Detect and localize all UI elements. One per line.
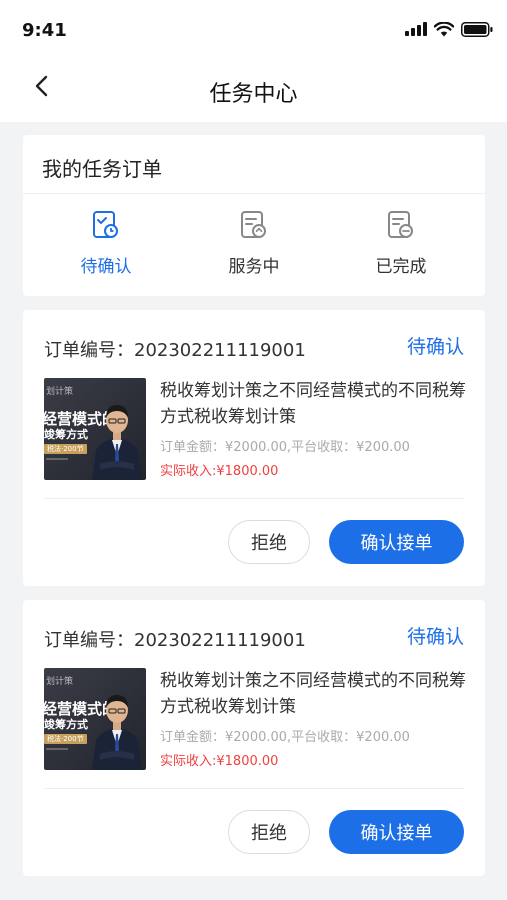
order-status-badge: 待确认 xyxy=(406,626,464,648)
battery-icon xyxy=(461,21,493,37)
thumb-text: 划计策 xyxy=(46,387,74,397)
thumb-rule xyxy=(46,748,68,750)
thumb-text: 竣筹方式 xyxy=(44,718,88,731)
tab-completed[interactable]: 已完成 xyxy=(346,210,456,285)
tab-pending[interactable]: 待确认 xyxy=(51,210,161,285)
thumb-rule xyxy=(46,458,68,460)
presenter-photo xyxy=(92,695,142,770)
reject-button[interactable]: 拒绝 xyxy=(228,810,310,854)
confirm-accept-button[interactable]: 确认接单 xyxy=(329,520,464,564)
tab-in-service[interactable]: 服务中 xyxy=(199,210,309,285)
order-amount: 订单金额：¥2000.00,平台收取：¥200.00 xyxy=(160,730,410,745)
course-thumbnail[interactable]: 划计策 经营模式的 竣筹方式 税法·200节 xyxy=(44,378,146,480)
order-amount: 订单金额：¥2000.00,平台收取：¥200.00 xyxy=(160,440,410,455)
thumb-text: 划计策 xyxy=(46,677,74,687)
actual-income: 实际收入:¥1800.00 xyxy=(160,464,279,479)
order-status-badge: 待确认 xyxy=(406,336,464,358)
divider xyxy=(44,788,464,789)
presenter-photo xyxy=(92,405,142,480)
order-number: 订单编号：202302211119001 xyxy=(44,630,306,651)
tab-label: 服务中 xyxy=(228,257,280,277)
status-icons xyxy=(405,19,493,39)
status-time: 9:41 xyxy=(22,20,67,41)
thumb-text: 竣筹方式 xyxy=(44,428,88,441)
order-card: 订单编号：202302211119001 待确认 划计策 经营模式的 竣筹方式 … xyxy=(23,600,485,876)
confirm-accept-button[interactable]: 确认接单 xyxy=(329,810,464,854)
wifi-icon xyxy=(434,21,454,36)
in-service-doc-icon xyxy=(241,211,266,238)
thumb-tag: 税法·200节 xyxy=(44,444,87,454)
summary-title: 我的任务订单 xyxy=(42,157,162,181)
tab-label: 待确认 xyxy=(80,257,132,277)
order-number: 订单编号：202302211119001 xyxy=(44,340,306,361)
course-thumbnail[interactable]: 划计策 经营模式的 竣筹方式 税法·200节 xyxy=(44,668,146,770)
order-card: 订单编号：202302211119001 待确认 划计策 经营模式的 竣筹方式 … xyxy=(23,310,485,586)
pending-doc-icon xyxy=(93,211,118,238)
signal-icon xyxy=(405,22,427,36)
divider xyxy=(23,193,485,194)
thumb-tag: 税法·200节 xyxy=(44,734,87,744)
course-title: 税收筹划计策之不同经营模式的不同税筹方式税收筹划计策 xyxy=(160,381,466,427)
course-title: 税收筹划计策之不同经营模式的不同税筹方式税收筹划计策 xyxy=(160,671,466,717)
reject-button[interactable]: 拒绝 xyxy=(228,520,310,564)
actual-income: 实际收入:¥1800.00 xyxy=(160,754,279,769)
tab-label: 已完成 xyxy=(375,257,427,277)
divider xyxy=(44,498,464,499)
status-bar: 9:41 xyxy=(0,0,507,60)
completed-doc-icon xyxy=(388,211,413,238)
nav-bar: 任务中心 xyxy=(0,60,507,122)
task-summary-card: 我的任务订单 待确认 服务中 已完成 xyxy=(23,135,485,296)
page-title: 任务中心 xyxy=(209,82,298,107)
